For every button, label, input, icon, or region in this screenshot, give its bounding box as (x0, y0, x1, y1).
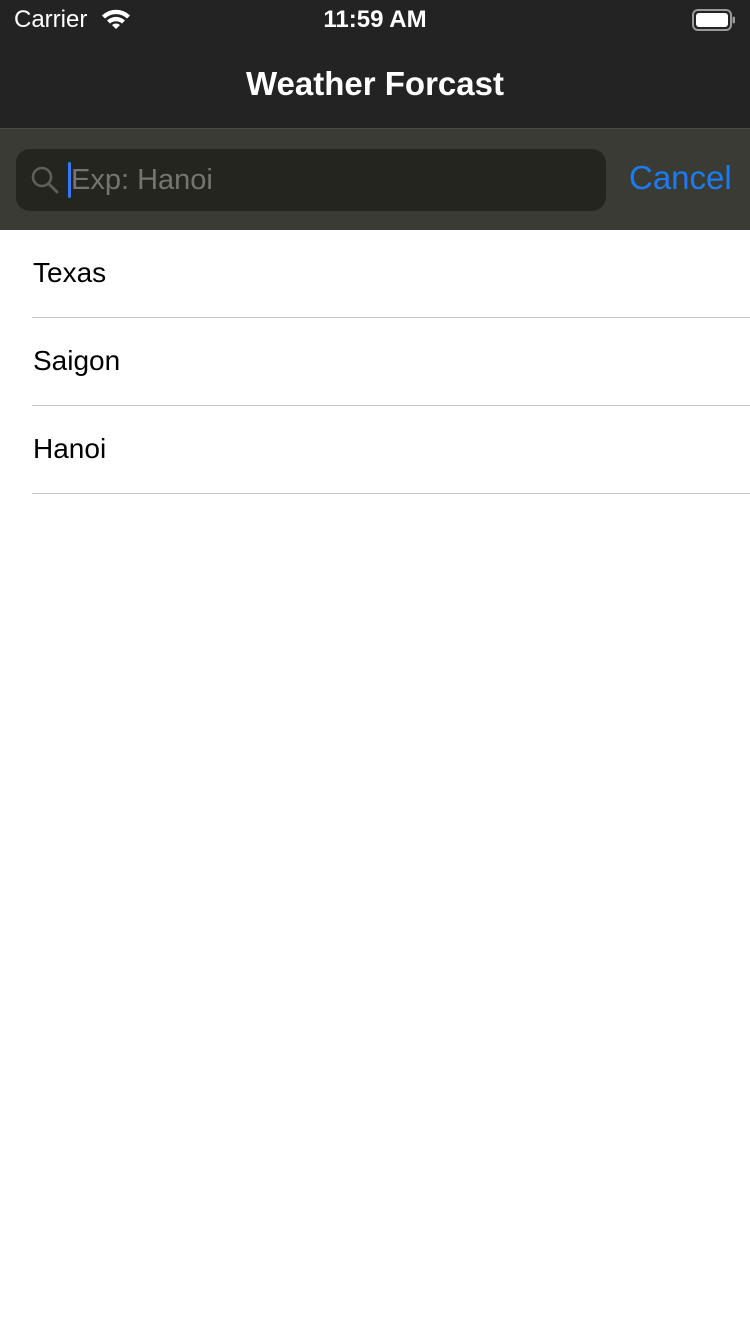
navigation-bar: Weather Forcast (0, 40, 750, 128)
search-icon (31, 166, 59, 194)
search-bar: Cancel (0, 128, 750, 230)
list-item-label: Saigon (33, 345, 121, 376)
cancel-button[interactable]: Cancel (629, 158, 732, 198)
list-item-saigon[interactable]: Saigon (0, 318, 750, 406)
search-input[interactable] (71, 149, 591, 211)
page-title: Weather Forcast (246, 65, 504, 102)
city-list: Texas Saigon Hanoi (0, 230, 750, 494)
screen: Carrier 11:59 AM Weather Forcast Cancel (0, 0, 750, 1334)
list-item-hanoi[interactable]: Hanoi (0, 406, 750, 494)
row-separator (32, 493, 750, 494)
list-item-label: Texas (33, 257, 107, 288)
status-bar: Carrier 11:59 AM (0, 0, 750, 40)
list-item-texas[interactable]: Texas (0, 230, 750, 318)
list-item-label: Hanoi (33, 433, 107, 464)
battery-icon (692, 9, 735, 31)
clock: 11:59 AM (323, 6, 427, 33)
search-field[interactable] (16, 149, 606, 211)
